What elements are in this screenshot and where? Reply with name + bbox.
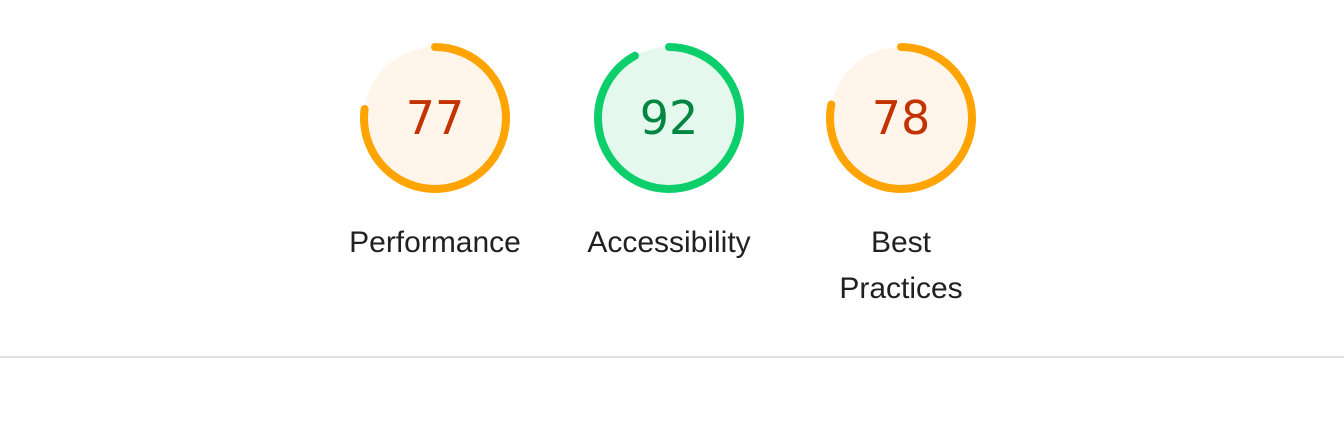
performance-label: Performance <box>349 226 521 259</box>
performance-score: 77 <box>405 91 465 145</box>
best-practices-score: 78 <box>871 91 931 145</box>
accessibility-label: Accessibility <box>587 226 751 259</box>
section-divider <box>0 356 1344 358</box>
accessibility-score: 92 <box>639 91 699 145</box>
score-gauges: 77 Performance 92 Accessibility 78 Best … <box>0 0 1344 356</box>
best-practices-label: Best Practices <box>839 226 963 305</box>
